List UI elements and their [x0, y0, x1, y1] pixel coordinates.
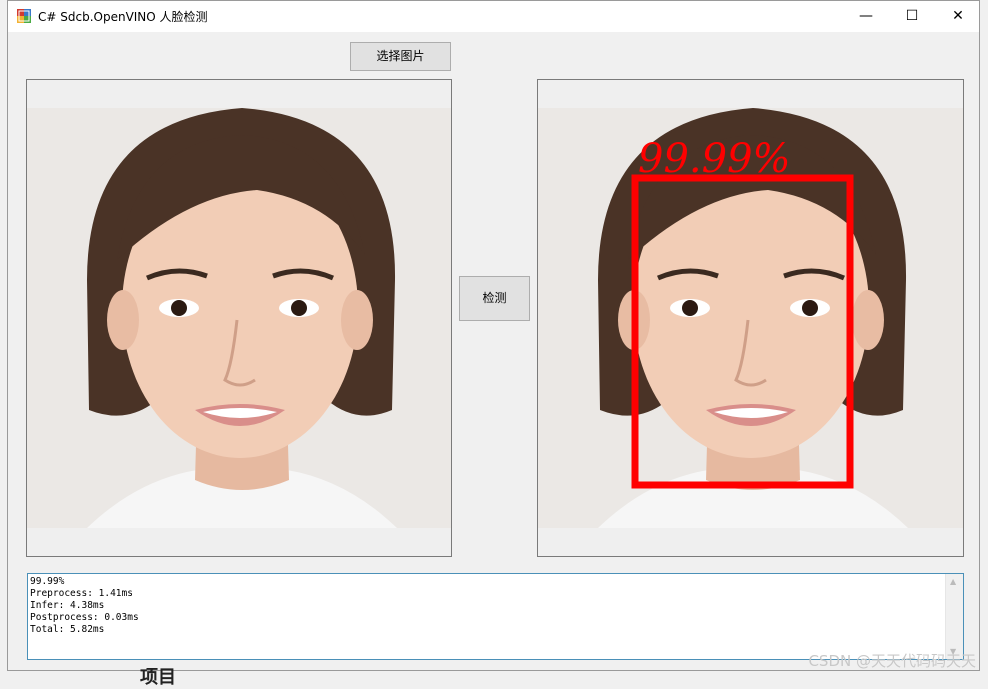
- title-bar[interactable]: C# Sdcb.OpenVINO 人脸检测 — ☐ ✕: [8, 1, 979, 32]
- watermark: CSDN @天天代码码天天: [808, 652, 976, 670]
- log-textbox[interactable]: 99.99% Preprocess: 1.41ms Infer: 4.38ms …: [27, 573, 964, 660]
- app-icon: [17, 9, 31, 23]
- maximize-button[interactable]: ☐: [889, 1, 935, 32]
- log-lines: 99.99% Preprocess: 1.41ms Infer: 4.38ms …: [30, 576, 139, 636]
- main-window: C# Sdcb.OpenVINO 人脸检测 — ☐ ✕ 选择图片 检测 99.9…: [7, 0, 980, 671]
- source-face-image: [27, 80, 451, 556]
- background-text: 项目: [140, 667, 176, 688]
- log-line-infer: Infer: 4.38ms: [30, 600, 105, 611]
- log-scrollbar[interactable]: ▲ ▼: [945, 574, 963, 659]
- select-image-button[interactable]: 选择图片: [350, 42, 451, 71]
- window-title: C# Sdcb.OpenVINO 人脸检测: [38, 10, 208, 24]
- log-line-postprocess: Postprocess: 0.03ms: [30, 612, 139, 623]
- scroll-up-icon[interactable]: ▲: [950, 577, 956, 586]
- result-image-box: 99.99%: [537, 79, 964, 557]
- detection-score-label: 99.99%: [638, 136, 791, 182]
- close-button[interactable]: ✕: [935, 1, 981, 32]
- source-image-box: [26, 79, 452, 557]
- log-line-score: 99.99%: [30, 576, 65, 587]
- minimize-button[interactable]: —: [843, 1, 889, 32]
- log-line-total: Total: 5.82ms: [30, 624, 105, 635]
- detect-button[interactable]: 检测: [459, 276, 530, 321]
- log-line-preprocess: Preprocess: 1.41ms: [30, 588, 133, 599]
- result-face-image: 99.99%: [538, 80, 963, 556]
